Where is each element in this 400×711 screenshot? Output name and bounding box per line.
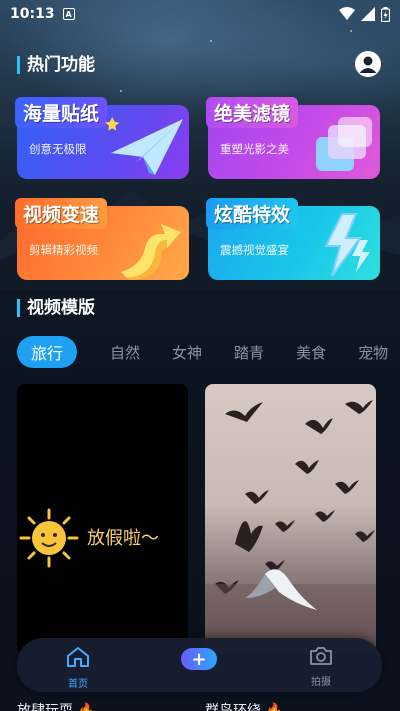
tab-food[interactable]: 美食 — [296, 342, 326, 363]
template-thumbnail-holiday[interactable]: 放假啦～ — [17, 384, 188, 654]
section-title-hot-features: 热门功能 — [17, 56, 95, 74]
trending-arrow-icon — [121, 224, 181, 280]
camera-icon — [310, 647, 332, 665]
home-icon — [67, 647, 89, 667]
add-button[interactable]: + — [181, 648, 217, 670]
feature-card-subtitle: 剪辑精彩视频 — [29, 243, 98, 257]
tab-goddess[interactable]: 女神 — [172, 342, 202, 363]
nav-home-label: 首页 — [68, 679, 88, 690]
feature-card-subtitle: 重塑光影之美 — [220, 142, 289, 156]
layers-icon — [316, 117, 372, 171]
feature-card-title: 海量贴纸 — [15, 97, 108, 128]
category-tabs: 旅行 自然 女神 踏青 美食 宠物 — [17, 336, 400, 368]
status-bar: 10:13 A — [0, 0, 400, 28]
tab-travel[interactable]: 旅行 — [17, 336, 78, 368]
section-title-video-templates: 视频模版 — [17, 299, 95, 317]
sun-icon — [19, 508, 79, 568]
feature-card-title: 绝美滤镜 — [206, 97, 299, 128]
user-icon — [359, 56, 377, 73]
thumbnail-overlay-text: 放假啦～ — [87, 528, 159, 549]
feature-card-stickers[interactable]: 海量贴纸 创意无极限 — [15, 97, 189, 179]
profile-button[interactable] — [355, 51, 381, 77]
feature-card-subtitle: 震撼视觉盛宴 — [220, 243, 289, 257]
tab-spring-outing[interactable]: 踏青 — [234, 342, 264, 363]
thumbnail-caption: 放肆玩耍 🔥 — [17, 703, 95, 711]
wifi-icon — [339, 7, 355, 20]
nav-home[interactable]: 首页 — [48, 646, 108, 690]
feature-card-effects[interactable]: 炫酷特效 震撼视觉盛宴 — [206, 198, 380, 280]
feature-card-filters[interactable]: 绝美滤镜 重塑光影之美 — [206, 97, 380, 179]
feature-card-title: 炫酷特效 — [206, 198, 299, 229]
feature-card-subtitle: 创意无极限 — [29, 142, 87, 156]
nav-shoot-label: 拍摄 — [311, 677, 331, 688]
status-icons — [339, 6, 390, 22]
bottom-navigation: 首页 + 拍摄 — [17, 638, 382, 692]
notification-icon: A — [62, 8, 75, 20]
template-thumbnail-birds[interactable] — [205, 384, 376, 654]
lightning-icon — [324, 213, 370, 277]
birds-photo — [205, 400, 376, 654]
signal-icon — [361, 7, 375, 21]
feature-card-speed[interactable]: 视频变速 剪辑精彩视频 — [15, 198, 189, 280]
tab-pets[interactable]: 宠物 — [358, 342, 388, 363]
nav-shoot[interactable]: 拍摄 — [291, 646, 351, 688]
tab-nature[interactable]: 自然 — [110, 342, 140, 363]
feature-card-title: 视频变速 — [15, 198, 108, 229]
thumbnail-caption: 群鸟环绕 🔥 — [205, 703, 283, 711]
battery-icon — [381, 6, 390, 22]
paper-plane-icon — [105, 117, 183, 175]
status-time: 10:13 — [10, 6, 55, 22]
